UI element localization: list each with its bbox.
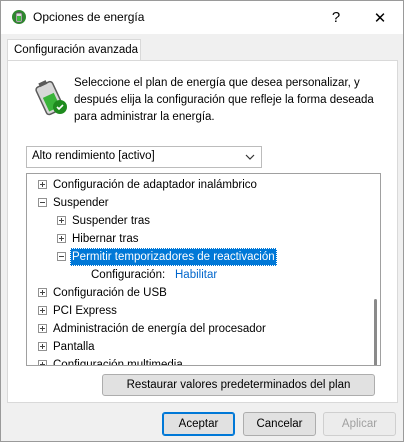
help-button[interactable]: ? [313,1,359,34]
setting-value-link[interactable]: Habilitar [175,266,217,284]
chevron-down-icon [245,154,255,160]
tree-scrollbar[interactable] [374,299,377,365]
window-title: Opciones de energía [33,10,145,24]
power-plan-selected: Alto rendimiento [activo] [32,150,155,162]
restore-defaults-button[interactable]: Restaurar valores predeterminados del pl… [102,374,375,396]
battery-icon [35,80,67,116]
expand-icon[interactable] [38,324,47,333]
expand-icon[interactable] [38,360,47,365]
title-bar: Opciones de energía ? ✕ [1,1,403,34]
expand-icon[interactable] [38,306,47,315]
expand-icon[interactable] [38,342,47,351]
close-button[interactable]: ✕ [357,1,403,34]
collapse-icon[interactable] [57,252,66,261]
expand-icon[interactable] [38,288,47,297]
collapse-icon[interactable] [38,198,47,207]
accept-button[interactable]: Aceptar [162,412,235,436]
power-options-icon [12,10,26,24]
description-text: Seleccione el plan de energía que desea … [74,77,374,123]
apply-button[interactable]: Aplicar [323,412,396,436]
power-plan-select[interactable]: Alto rendimiento [activo] [26,146,262,168]
expand-icon[interactable] [57,234,66,243]
expand-icon[interactable] [38,180,47,189]
settings-tree[interactable]: Configuración de adaptador inalámbrico S… [26,173,381,366]
advanced-settings-panel: Seleccione el plan de energía que desea … [7,60,398,403]
expand-icon[interactable] [57,216,66,225]
tab-advanced-settings[interactable]: Configuración avanzada [7,39,141,61]
power-options-dialog: Opciones de energía ? ✕ Configuración av… [0,0,404,442]
cancel-button[interactable]: Cancelar [243,412,316,436]
